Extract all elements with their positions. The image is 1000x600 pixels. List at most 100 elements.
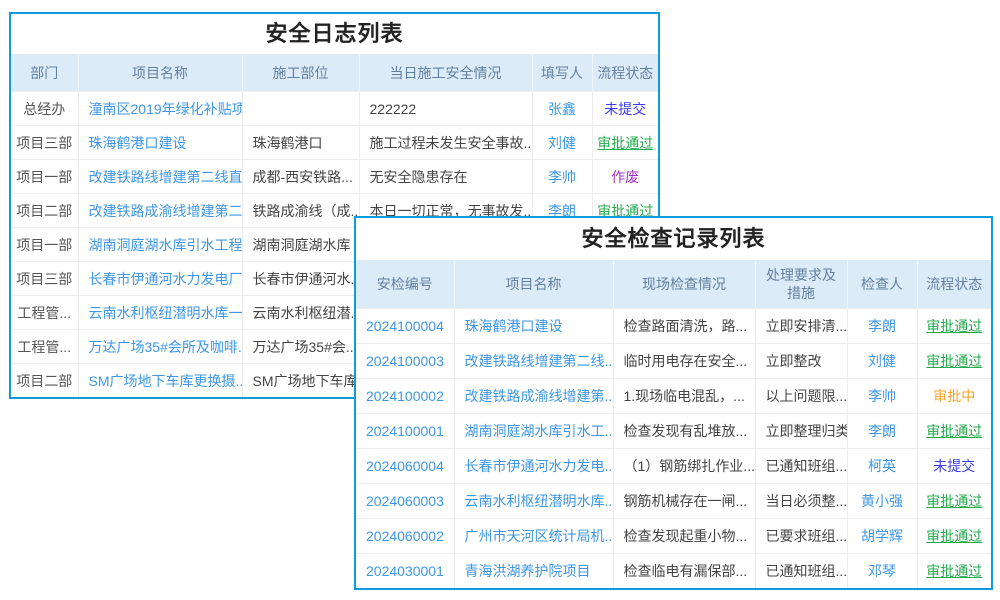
cell-construction-part	[242, 92, 359, 126]
cell-site-inspection: 1.现场临电混乱，...	[613, 379, 755, 414]
cell-project-link[interactable]: 湖南洞庭湖水库引水工...	[454, 414, 613, 449]
cell-construction-part: 珠海鹤港口	[242, 126, 359, 160]
cell-inspection-number-link[interactable]: 2024100002	[356, 379, 454, 414]
cell-flow-status[interactable]: 审批通过	[917, 484, 991, 519]
cell-project-link[interactable]: 湖南洞庭湖水库引水工程...	[78, 228, 242, 262]
cell-inspector-link[interactable]: 柯英	[847, 449, 917, 484]
cell-project-link[interactable]: 云南水利枢纽潜明水库...	[454, 484, 613, 519]
cell-writer-link[interactable]: 刘健	[532, 126, 592, 160]
cell-construction-part: 湖南洞庭湖水库	[242, 228, 359, 262]
cell-construction-part: 铁路成渝线（成...	[242, 194, 359, 228]
cell-project-link[interactable]: 万达广场35#会所及咖啡...	[78, 330, 242, 364]
table-row: 2024100001湖南洞庭湖水库引水工...检查发现有乱堆放...立即整理归类…	[356, 414, 991, 449]
cell-inspection-number-link[interactable]: 2024030001	[356, 554, 454, 589]
table-row: 项目一部改建铁路线增建第二线直...成都-西安铁路...无安全隐患存在李帅作废	[11, 160, 658, 194]
cell-measure: 以上问题限...	[755, 379, 847, 414]
cell-flow-status[interactable]: 审批通过	[592, 126, 658, 160]
cell-department: 项目一部	[11, 228, 78, 262]
cell-measure: 立即整理归类	[755, 414, 847, 449]
cell-project-link[interactable]: 云南水利枢纽潜明水库一...	[78, 296, 242, 330]
cell-flow-status[interactable]: 审批通过	[917, 309, 991, 344]
cell-flow-status[interactable]: 审批通过	[917, 344, 991, 379]
column-header: 检查人	[847, 260, 917, 309]
cell-project-link[interactable]: 改建铁路线增建第二线...	[454, 344, 613, 379]
cell-writer-link[interactable]: 李帅	[532, 160, 592, 194]
table-row: 2024030001青海洪湖养护院项目检查临电有漏保部...已通知班组...邓琴…	[356, 554, 991, 589]
table-row: 2024100003改建铁路线增建第二线...临时用电存在安全...立即整改刘健…	[356, 344, 991, 379]
cell-project-link[interactable]: 珠海鹤港口建设	[78, 126, 242, 160]
cell-inspection-number-link[interactable]: 2024100003	[356, 344, 454, 379]
cell-inspector-link[interactable]: 邓琴	[847, 554, 917, 589]
cell-inspector-link[interactable]: 李朗	[847, 309, 917, 344]
cell-site-inspection: 钢筋机械存在一闸...	[613, 484, 755, 519]
cell-inspector-link[interactable]: 李帅	[847, 379, 917, 414]
inspection-header-row: 安检编号项目名称现场检查情况处理要求及措施检查人流程状态	[356, 260, 991, 309]
cell-project-link[interactable]: 改建铁路线增建第二线直...	[78, 160, 242, 194]
column-header: 处理要求及措施	[755, 260, 847, 309]
cell-measure: 立即整改	[755, 344, 847, 379]
cell-project-link[interactable]: SM广场地下车库更换摄...	[78, 364, 242, 398]
safety-log-header-row: 部门项目名称施工部位当日施工安全情况填写人流程状态	[11, 54, 658, 92]
column-header: 项目名称	[78, 54, 242, 92]
cell-project-link[interactable]: 改建铁路成渝线增建第二...	[78, 194, 242, 228]
cell-flow-status[interactable]: 审批通过	[917, 554, 991, 589]
cell-project-link[interactable]: 长春市伊通河水力发电...	[454, 449, 613, 484]
cell-project-link[interactable]: 青海洪湖养护院项目	[454, 554, 613, 589]
table-row: 2024060003云南水利枢纽潜明水库...钢筋机械存在一闸...当日必须整.…	[356, 484, 991, 519]
table-row: 2024100004珠海鹤港口建设检查路面清洗，路...立即安排清...李朗审批…	[356, 309, 991, 344]
cell-writer-link[interactable]: 张鑫	[532, 92, 592, 126]
cell-department: 项目三部	[11, 126, 78, 160]
cell-construction-part: SM广场地下车库	[242, 364, 359, 398]
column-header: 当日施工安全情况	[359, 54, 532, 92]
cell-flow-status: 作废	[592, 160, 658, 194]
cell-department: 项目二部	[11, 194, 78, 228]
cell-site-inspection: （1）钢筋绑扎作业...	[613, 449, 755, 484]
cell-department: 项目一部	[11, 160, 78, 194]
cell-department: 工程管...	[11, 296, 78, 330]
cell-construction-part: 成都-西安铁路...	[242, 160, 359, 194]
cell-inspector-link[interactable]: 李朗	[847, 414, 917, 449]
cell-project-link[interactable]: 改建铁路成渝线增建第...	[454, 379, 613, 414]
cell-inspection-number-link[interactable]: 2024060004	[356, 449, 454, 484]
cell-project-link[interactable]: 珠海鹤港口建设	[454, 309, 613, 344]
cell-inspection-number-link[interactable]: 2024060003	[356, 484, 454, 519]
inspection-record-table: 安检编号项目名称现场检查情况处理要求及措施检查人流程状态 2024100004珠…	[356, 260, 991, 588]
inspection-record-panel: 安全检查记录列表 安检编号项目名称现场检查情况处理要求及措施检查人流程状态 20…	[354, 216, 993, 590]
cell-department: 工程管...	[11, 330, 78, 364]
cell-inspector-link[interactable]: 胡学辉	[847, 519, 917, 554]
column-header: 流程状态	[592, 54, 658, 92]
cell-inspection-number-link[interactable]: 2024100001	[356, 414, 454, 449]
column-header: 部门	[11, 54, 78, 92]
cell-site-inspection: 检查临电有漏保部...	[613, 554, 755, 589]
cell-inspector-link[interactable]: 刘健	[847, 344, 917, 379]
cell-construction-part: 云南水利枢纽潜...	[242, 296, 359, 330]
cell-site-inspection: 检查路面清洗，路...	[613, 309, 755, 344]
table-row: 2024060004长春市伊通河水力发电...（1）钢筋绑扎作业...已通知班组…	[356, 449, 991, 484]
cell-safety-situation: 222222	[359, 92, 532, 126]
cell-department: 总经办	[11, 92, 78, 126]
table-row: 总经办潼南区2019年绿化补贴项... 222222张鑫未提交	[11, 92, 658, 126]
column-header: 安检编号	[356, 260, 454, 309]
cell-site-inspection: 临时用电存在安全...	[613, 344, 755, 379]
table-row: 2024100002改建铁路成渝线增建第...1.现场临电混乱，...以上问题限…	[356, 379, 991, 414]
inspection-record-title: 安全检查记录列表	[356, 218, 991, 260]
cell-project-link[interactable]: 广州市天河区统计局机...	[454, 519, 613, 554]
cell-construction-part: 万达广场35#会...	[242, 330, 359, 364]
cell-project-link[interactable]: 长春市伊通河水力发电厂...	[78, 262, 242, 296]
column-header: 现场检查情况	[613, 260, 755, 309]
inspection-body: 2024100004珠海鹤港口建设检查路面清洗，路...立即安排清...李朗审批…	[356, 309, 991, 589]
cell-flow-status: 未提交	[592, 92, 658, 126]
cell-project-link[interactable]: 潼南区2019年绿化补贴项...	[78, 92, 242, 126]
column-header: 施工部位	[242, 54, 359, 92]
cell-flow-status[interactable]: 审批通过	[917, 414, 991, 449]
cell-inspector-link[interactable]: 黄小强	[847, 484, 917, 519]
safety-log-title: 安全日志列表	[11, 14, 658, 54]
cell-inspection-number-link[interactable]: 2024100004	[356, 309, 454, 344]
cell-construction-part: 长春市伊通河水...	[242, 262, 359, 296]
table-row: 2024060002广州市天河区统计局机...检查发现起重小物...已要求班组.…	[356, 519, 991, 554]
cell-measure: 已要求班组...	[755, 519, 847, 554]
column-header: 流程状态	[917, 260, 991, 309]
cell-inspection-number-link[interactable]: 2024060002	[356, 519, 454, 554]
cell-flow-status[interactable]: 审批通过	[917, 519, 991, 554]
table-row: 项目三部珠海鹤港口建设珠海鹤港口施工过程未发生安全事故...刘健审批通过	[11, 126, 658, 160]
